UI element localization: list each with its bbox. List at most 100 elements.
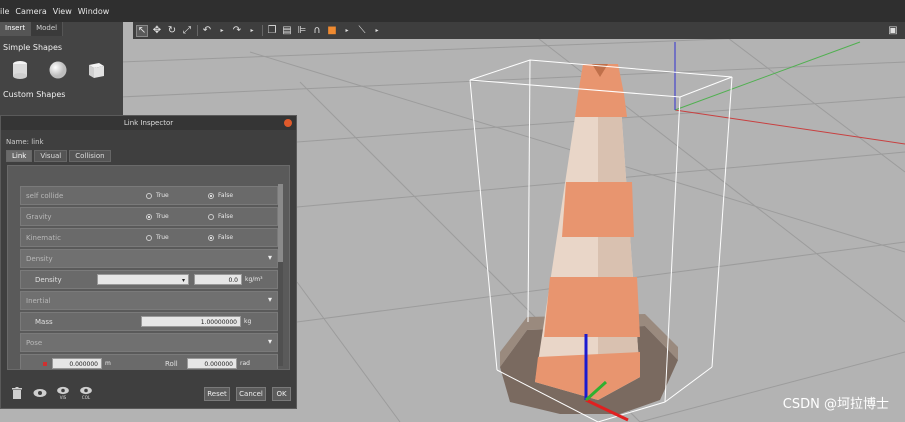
self-collide-row: self collide True False	[20, 186, 278, 205]
density-unit: kg/m³	[245, 276, 263, 283]
cylinder-shape-icon[interactable]	[11, 60, 29, 80]
camera-icon[interactable]: ▣	[887, 25, 899, 37]
roll-input[interactable]: 0.000000	[187, 358, 237, 369]
vis-label: VIS	[59, 395, 67, 400]
kinematic-true-radio[interactable]: True	[146, 234, 208, 241]
pose-x-unit: m	[105, 360, 111, 367]
link-name: Name: link	[6, 138, 44, 146]
pose-row: 0.000000 m Roll 0.000000 rad	[20, 354, 278, 369]
tab-visual[interactable]: Visual	[34, 150, 68, 162]
custom-shapes-title: Custom Shapes	[3, 90, 66, 99]
measure-icon[interactable]: ⟍	[356, 25, 368, 37]
inspector-title-bar[interactable]: Link Inspector	[1, 116, 296, 130]
undo-icon[interactable]: ↶	[201, 25, 213, 37]
radio-label: False	[218, 234, 234, 241]
density-row: Density ▾ 0.0 kg/m³	[20, 270, 278, 289]
select-arrow-icon[interactable]: ↖	[136, 24, 148, 37]
density-section-label: Density	[26, 254, 53, 263]
mass-label: Mass	[35, 317, 53, 326]
pose-x-marker	[43, 361, 47, 366]
self-collide-label: self collide	[26, 191, 64, 200]
inertial-section-label: Inertial	[26, 296, 51, 305]
reset-button[interactable]: Reset	[204, 387, 230, 401]
roll-label: Roll	[165, 359, 178, 368]
trash-icon[interactable]	[9, 384, 25, 402]
self-collide-true-radio[interactable]: True	[146, 192, 208, 199]
scale-icon[interactable]: ⤢	[181, 25, 193, 37]
box-shape-icon[interactable]	[87, 60, 105, 80]
menu-file[interactable]: ile	[0, 7, 15, 16]
density-section-header[interactable]: Density	[20, 249, 278, 268]
snap-icon[interactable]: ∩	[311, 25, 323, 37]
gravity-row: Gravity True False	[20, 207, 278, 226]
watermark: CSDN @坷拉博士	[782, 397, 889, 412]
collision-eye-icon[interactable]: COL	[78, 384, 94, 402]
density-input[interactable]: 0.0	[194, 274, 242, 285]
kinematic-false-radio[interactable]: False	[208, 234, 270, 241]
rotate-icon[interactable]: ↻	[166, 25, 178, 37]
simple-shapes-row	[11, 60, 123, 80]
orange-shape-icon[interactable]: ■	[326, 25, 338, 37]
visual-eye-icon[interactable]: VIS	[55, 384, 71, 402]
eye-icon[interactable]	[32, 384, 48, 402]
roll-unit: rad	[240, 360, 250, 367]
gravity-label: Gravity	[26, 212, 52, 221]
tab-link[interactable]: Link	[6, 150, 33, 162]
tab-collision[interactable]: Collision	[69, 150, 111, 162]
ok-button[interactable]: OK	[272, 387, 291, 401]
inspector-scrollbar[interactable]	[278, 184, 283, 366]
toolbar: ↖ ✥ ↻ ⤢ ↶ ▸ ↷ ▸ ❐ ▤ ⊫ ∩ ■ ▸ ⟍ ▸ ▣	[133, 22, 905, 39]
density-material-dropdown[interactable]: ▾	[97, 274, 189, 285]
mass-unit: kg	[244, 318, 252, 325]
scrollbar-thumb[interactable]	[278, 184, 283, 262]
menu-bar: ile Camera View Window	[0, 0, 905, 22]
menu-view[interactable]: View	[53, 7, 78, 16]
align-icon[interactable]: ⊫	[296, 25, 308, 37]
radio-label: True	[156, 192, 169, 199]
density-label: Density	[35, 275, 62, 284]
menu-camera[interactable]: Camera	[15, 7, 52, 16]
kinematic-row: Kinematic True False	[20, 228, 278, 247]
link-inspector-dialog: Link Inspector Name: link Link Visual Co…	[0, 115, 297, 409]
mass-row: Mass 1.00000000 kg	[20, 312, 278, 331]
kinematic-label: Kinematic	[26, 233, 61, 242]
col-label: COL	[81, 395, 91, 400]
inspector-body[interactable]: self collide True False Gravity True Fal…	[7, 165, 290, 370]
toolbar-separator	[262, 25, 263, 36]
mass-input[interactable]: 1.00000000	[141, 316, 241, 327]
property-list: self collide True False Gravity True Fal…	[20, 186, 278, 369]
pose-section-header[interactable]: Pose	[20, 333, 278, 352]
paste-icon[interactable]: ▤	[281, 25, 293, 37]
pose-x-input[interactable]: 0.000000	[52, 358, 102, 369]
pose-section-label: Pose	[26, 338, 43, 347]
translate-icon[interactable]: ✥	[151, 25, 163, 37]
close-icon[interactable]	[284, 119, 292, 127]
tab-model[interactable]: Model	[31, 22, 64, 36]
cancel-button[interactable]: Cancel	[236, 387, 266, 401]
inertial-section-header[interactable]: Inertial	[20, 291, 278, 310]
measure-menu-icon[interactable]: ▸	[371, 25, 383, 37]
sphere-shape-icon[interactable]	[49, 60, 67, 80]
inspector-footer: VIS COL Reset Cancel OK	[1, 378, 298, 408]
toolbar-separator	[197, 25, 198, 36]
simple-shapes-title: Simple Shapes	[3, 43, 63, 52]
orange-shape-menu-icon[interactable]: ▸	[341, 25, 353, 37]
self-collide-false-radio[interactable]: False	[208, 192, 270, 199]
tab-insert[interactable]: Insert	[0, 22, 32, 36]
undo-history-icon[interactable]: ▸	[216, 25, 228, 37]
radio-label: True	[156, 234, 169, 241]
insert-panel: Insert Model Simple Shapes Custom Shapes	[0, 22, 123, 122]
world-y-axis	[674, 41, 861, 111]
panel-tabs: Insert Model	[0, 22, 123, 36]
redo-history-icon[interactable]: ▸	[246, 25, 258, 37]
menu-window[interactable]: Window	[78, 7, 116, 16]
radio-label: False	[218, 213, 234, 220]
radio-label: False	[218, 192, 234, 199]
radio-label: True	[156, 213, 169, 220]
redo-icon[interactable]: ↷	[231, 25, 243, 37]
inspector-title: Link Inspector	[123, 119, 174, 127]
gravity-false-radio[interactable]: False	[208, 213, 270, 220]
inspector-tabs: Link Visual Collision	[6, 150, 296, 162]
copy-icon[interactable]: ❐	[266, 25, 278, 37]
gravity-true-radio[interactable]: True	[146, 213, 208, 220]
